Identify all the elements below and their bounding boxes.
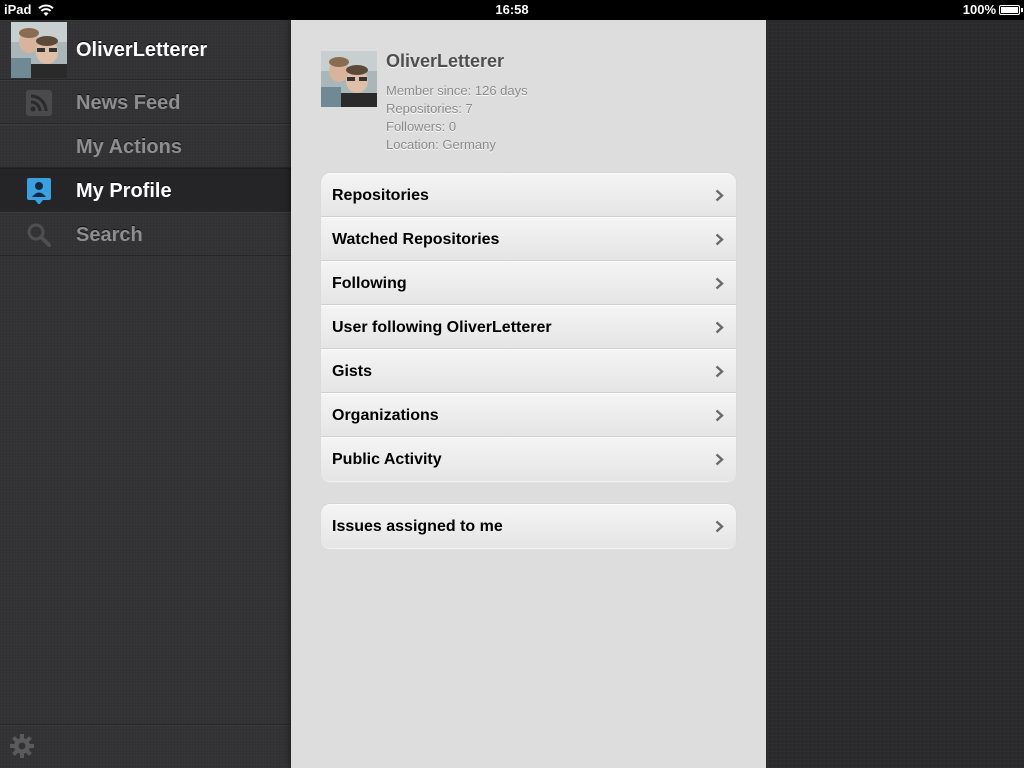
row-public-activity[interactable]: Public Activity xyxy=(321,437,736,481)
sidebar-item-news-feed[interactable]: News Feed xyxy=(0,80,291,124)
row-gists[interactable]: Gists xyxy=(321,349,736,393)
issues-group: Issues assigned to me xyxy=(321,504,736,548)
rss-icon xyxy=(26,90,52,116)
sidebar-footer xyxy=(0,724,291,768)
clock: 16:58 xyxy=(495,2,529,17)
profile-panel: OliverLetterer Member since: 126 days Re… xyxy=(291,20,766,768)
sidebar-account-header[interactable]: OliverLetterer xyxy=(0,20,291,80)
row-label: Watched Repositories xyxy=(332,231,500,248)
sidebar-account-name: OliverLetterer xyxy=(76,39,208,61)
profile-username: OliverLetterer xyxy=(386,51,505,71)
row-issues-assigned[interactable]: Issues assigned to me xyxy=(321,504,736,548)
chevron-right-icon xyxy=(715,409,724,422)
row-watched-repositories[interactable]: Watched Repositories xyxy=(321,217,736,261)
avatar-photo xyxy=(11,22,67,78)
row-organizations[interactable]: Organizations xyxy=(321,393,736,437)
sidebar: OliverLetterer News Feed My Actions My P… xyxy=(0,20,291,768)
profile-sections-group: Repositories Watched Repositories Follow… xyxy=(321,173,736,481)
chevron-right-icon xyxy=(715,277,724,290)
row-label: Gists xyxy=(332,363,373,380)
chevron-right-icon xyxy=(715,189,724,202)
background-area xyxy=(766,20,1024,768)
chevron-right-icon xyxy=(715,233,724,246)
search-icon xyxy=(27,223,51,247)
profile-followers-count: Followers: 0 xyxy=(386,119,457,134)
chevron-right-icon xyxy=(715,453,724,466)
battery-icon xyxy=(999,5,1023,15)
sidebar-item-search[interactable]: Search xyxy=(0,212,291,256)
row-label: Repositories xyxy=(332,187,429,204)
row-label: Issues assigned to me xyxy=(332,518,503,535)
sidebar-item-label: My Profile xyxy=(76,180,172,202)
avatar xyxy=(11,22,67,78)
avatar-photo xyxy=(321,51,377,107)
sidebar-item-my-actions[interactable]: My Actions xyxy=(0,124,291,168)
status-bar: iPad 16:58 100% xyxy=(0,0,1024,20)
profile-avatar xyxy=(321,51,377,107)
row-label: Following xyxy=(332,275,407,292)
profile-repositories-count: Repositories: 7 xyxy=(386,101,473,116)
chevron-right-icon xyxy=(715,365,724,378)
profile-icon xyxy=(27,178,51,204)
chevron-right-icon xyxy=(715,520,724,533)
row-label: Public Activity xyxy=(332,451,442,468)
sidebar-item-my-profile[interactable]: My Profile xyxy=(0,168,291,212)
sidebar-item-label: Search xyxy=(76,224,143,246)
chevron-right-icon xyxy=(715,321,724,334)
row-following[interactable]: Following xyxy=(321,261,736,305)
row-label: User following OliverLetterer xyxy=(332,319,552,336)
sidebar-item-label: News Feed xyxy=(76,92,181,114)
profile-member-since: Member since: 126 days xyxy=(386,83,528,98)
row-label: Organizations xyxy=(332,407,439,424)
gear-icon[interactable] xyxy=(9,733,35,759)
battery-percentage: 100% xyxy=(962,2,996,17)
row-repositories[interactable]: Repositories xyxy=(321,173,736,217)
row-user-following[interactable]: User following OliverLetterer xyxy=(321,305,736,349)
profile-location: Location: Germany xyxy=(386,137,496,152)
sidebar-item-label: My Actions xyxy=(76,136,182,158)
